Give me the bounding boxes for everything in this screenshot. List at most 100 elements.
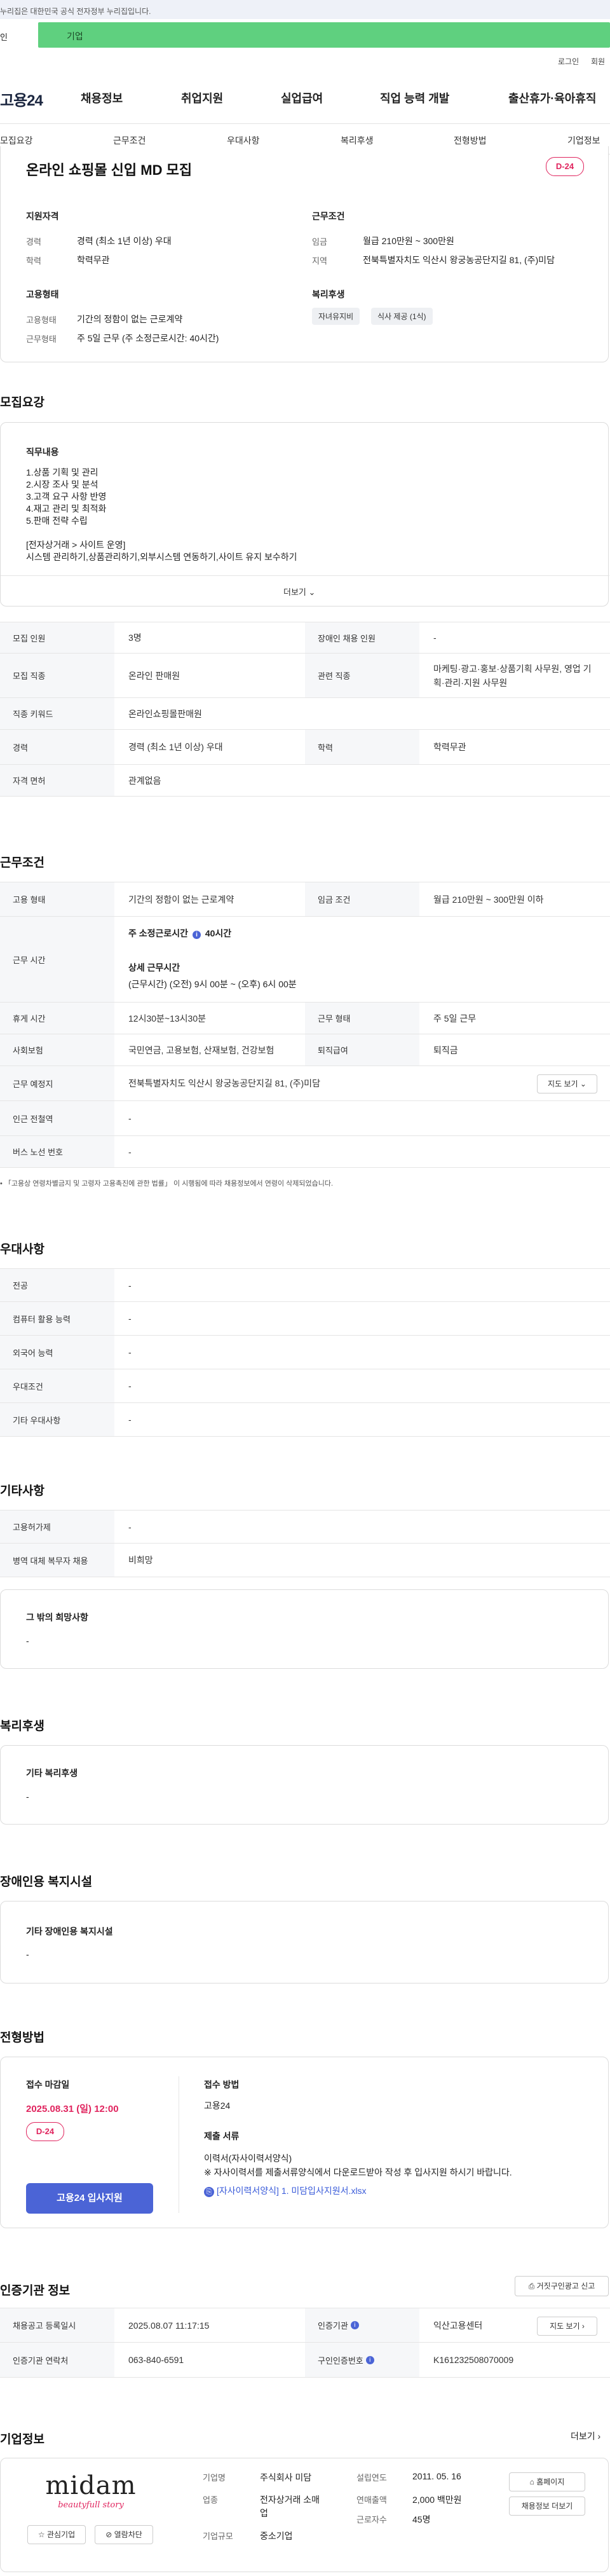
job-title: 온라인 쇼핑몰 신입 MD 모집 bbox=[26, 162, 193, 178]
block-company-label: 열람차단 bbox=[114, 2530, 142, 2539]
industry-line: 업 bbox=[260, 2508, 268, 2518]
weekly-hours-label: 주 소정근로시간 bbox=[128, 928, 189, 938]
section-title-process: 전형방법 bbox=[0, 2031, 44, 2045]
cond-title: 근무조건 bbox=[312, 211, 345, 221]
section-title-disability: 장애인용 복지시설 bbox=[0, 1875, 93, 1889]
login-link[interactable]: 로그인 bbox=[558, 56, 579, 67]
anchor-process[interactable]: 전형방법 bbox=[454, 134, 487, 147]
worktype-value: 주 5일 근무 (주 소정근로시간: 40시간) bbox=[77, 333, 219, 343]
anchor-work[interactable]: 근무조건 bbox=[113, 134, 146, 147]
founded-date: 2011. 05. 16 bbox=[412, 2471, 461, 2481]
th-disabled-headcount: 장애인 채용 인원 bbox=[305, 622, 419, 653]
section-title-etc: 기타사항 bbox=[0, 1484, 44, 1498]
industry-line: 전자상거래 소매 bbox=[260, 2495, 320, 2505]
td-related-job: 마케팅·광고·홍보·상품기획 사무원, 영업 기 획·관리·지원 사무원 bbox=[419, 654, 592, 697]
homepage-label: 홈페이지 bbox=[536, 2477, 565, 2486]
attachment-link[interactable]: ⎘ [자사이력서양식] 1. 미담입사지원서.xlsx bbox=[204, 2184, 367, 2197]
gnb-maternity[interactable]: 출산휴가·육아휴직 bbox=[508, 90, 596, 106]
duty-card: 직무내용 1.상품 기획 및 관리 2.시장 조사 및 분석 3.고객 요구 사… bbox=[0, 422, 609, 606]
td-license: 관계없음 bbox=[128, 775, 161, 786]
td-retirement: 퇴직금 bbox=[433, 1045, 458, 1055]
home-icon: ⌂ bbox=[529, 2477, 537, 2486]
table-row: 사회보험 국민연금, 고용보험, 산재보험, 건강보험 퇴직급여 퇴직금 bbox=[0, 1034, 610, 1066]
chevron-down-icon: ⌄ bbox=[308, 587, 316, 597]
docs-title: 제출 서류 bbox=[204, 2131, 240, 2141]
company-jobs-button[interactable]: 채용정보 더보기 bbox=[509, 2497, 585, 2516]
td-pref-etc: - bbox=[128, 1415, 132, 1425]
more-button[interactable]: 더보기 ⌄ bbox=[283, 586, 315, 598]
site-logo[interactable]: 고용24 bbox=[0, 88, 43, 110]
th-agency-contact: 인증기관 연락처 bbox=[0, 2343, 114, 2377]
user-type-tabs: 인 기업 bbox=[0, 19, 610, 51]
company-logo-text: midam bbox=[45, 2471, 137, 2500]
edu-label: 학력 bbox=[26, 256, 41, 266]
wage-value: 월급 210만원 ~ 300만원 bbox=[363, 236, 454, 246]
th-language: 외국어 능력 bbox=[0, 1336, 114, 1369]
anchor-pref[interactable]: 우대사항 bbox=[227, 134, 260, 147]
th-bus: 버스 노선 번호 bbox=[0, 1136, 114, 1167]
th-wage: 임금 조건 bbox=[305, 882, 419, 916]
duty-line: 1.상품 기획 및 관리 bbox=[26, 467, 98, 477]
tab-company[interactable]: 기업 bbox=[38, 22, 610, 48]
map-button-label: 지도 보기 bbox=[548, 1079, 578, 1088]
emptype-label: 고용형태 bbox=[26, 315, 57, 325]
info-icon[interactable]: i bbox=[365, 2355, 374, 2364]
map-button[interactable]: 지도 보기 ⌄ bbox=[537, 1074, 597, 1093]
tab-individual[interactable]: 인 bbox=[0, 22, 38, 48]
detail-hours-title: 상세 근무시간 bbox=[128, 963, 180, 973]
td-military: 비희망 bbox=[128, 1555, 153, 1565]
gov-notice-bar: 누리집은 대한민국 공식 전자정부 누리집입니다. bbox=[0, 0, 610, 19]
company-size: 중소기업 bbox=[260, 2531, 293, 2541]
sales-value: 2,000 백만원 bbox=[412, 2495, 462, 2505]
docs-line: ※ 자사이력서를 제출서류양식에서 다운로드받아 작성 후 입사지원 하시기 바… bbox=[204, 2167, 512, 2177]
duty-line: 4.재고 관리 및 최적화 bbox=[26, 504, 107, 514]
agency-map-button[interactable]: 지도 보기 › bbox=[537, 2317, 597, 2336]
founded-label: 설립연도 bbox=[356, 2473, 387, 2483]
fav-company-button[interactable]: ☆ 관심기업 bbox=[27, 2525, 86, 2544]
welfare-box-value: - bbox=[26, 1792, 29, 1802]
table-row: 모집 직종 온라인 판매원 관련 직종 마케팅·광고·홍보·상품기획 사무원, … bbox=[0, 654, 610, 698]
th-pref-condition: 우대조건 bbox=[0, 1369, 114, 1402]
td-agency-contact: 063-840-6591 bbox=[128, 2355, 184, 2365]
join-link[interactable]: 회원 bbox=[591, 56, 605, 67]
dday-badge: D-24 bbox=[26, 2122, 64, 2141]
anchor-company[interactable]: 기업정보 bbox=[567, 134, 600, 147]
emptype-value: 기간의 정함이 없는 근로계약 bbox=[77, 314, 183, 324]
td-language: - bbox=[128, 1347, 132, 1357]
th-work-permit: 고용허가제 bbox=[0, 1511, 114, 1543]
bullet-icon: • bbox=[0, 1180, 4, 1188]
th-computer: 컴퓨터 활용 능력 bbox=[0, 1302, 114, 1335]
table-row: 버스 노선 번호 - bbox=[0, 1136, 610, 1168]
table-row: 휴게 시간 12시30분~13시30분 근무 형태 주 5일 근무 bbox=[0, 1003, 610, 1034]
section-title-company: 기업정보 bbox=[0, 2433, 44, 2446]
td-break: 12시30분~13시30분 bbox=[128, 1013, 206, 1024]
company-logo: midam beautyfull story bbox=[27, 2471, 154, 2510]
table-row: 경력 경력 (최소 1년 이상) 우대 학력 학력무관 bbox=[0, 730, 610, 765]
block-company-button[interactable]: ⊘ 열람차단 bbox=[95, 2525, 153, 2544]
info-icon[interactable]: i bbox=[192, 931, 201, 939]
employees-value: 45명 bbox=[412, 2514, 431, 2525]
edu-value: 학력무관 bbox=[77, 255, 110, 265]
td-reg-date: 2025.08.07 11:17:15 bbox=[128, 2320, 210, 2331]
anchor-welfare[interactable]: 복리후생 bbox=[341, 134, 374, 147]
td-work-permit: - bbox=[128, 1521, 132, 1532]
gnb-employment-support[interactable]: 취업지원 bbox=[181, 90, 223, 106]
company-more-link[interactable]: 더보기 › bbox=[571, 2430, 600, 2442]
table-row: 인증기관 연락처 063-840-6591 구인인증번호 i K16123250… bbox=[0, 2343, 610, 2378]
anchor-recruit[interactable]: 모집요강 bbox=[0, 134, 33, 147]
homepage-button[interactable]: ⌂ 홈페이지 bbox=[509, 2472, 585, 2491]
td-education: 학력무관 bbox=[433, 742, 466, 752]
related-job-line: 획·관리·지원 사무원 bbox=[433, 677, 508, 688]
more-label: 더보기 bbox=[283, 587, 306, 597]
info-icon[interactable]: i bbox=[350, 2321, 359, 2329]
th-insurance: 사회보험 bbox=[0, 1034, 114, 1065]
report-ad-button[interactable]: ⎙ 거짓구인광고 신고 bbox=[515, 2276, 609, 2296]
gnb-jobs[interactable]: 채용정보 bbox=[81, 90, 123, 106]
td-wage: 월급 210만원 ~ 300만원 이하 bbox=[433, 894, 544, 905]
gnb-unemployment[interactable]: 실업급여 bbox=[281, 90, 323, 106]
gnb-training[interactable]: 직업 능력 개발 bbox=[380, 90, 449, 106]
gov-notice-text: 누리집은 대한민국 공식 전자정부 누리집입니다. bbox=[0, 7, 151, 16]
career-value: 경력 (최소 1년 이상) 우대 bbox=[77, 236, 172, 246]
apply-button[interactable]: 고용24 입사지원 bbox=[26, 2183, 153, 2214]
th-military: 병역 대체 복무자 채용 bbox=[0, 1544, 114, 1577]
